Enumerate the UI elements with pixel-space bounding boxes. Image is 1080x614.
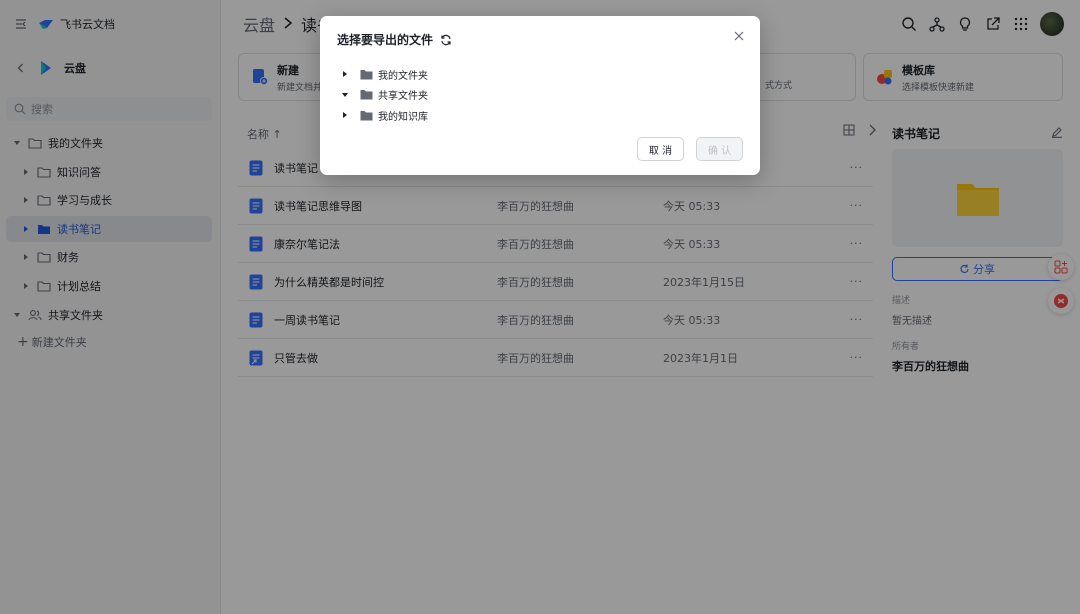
tree-item-shared-folders[interactable]: 共享文件夹 — [340, 85, 428, 106]
folder-icon — [360, 90, 373, 100]
refresh-icon[interactable] — [440, 34, 452, 46]
confirm-button[interactable]: 确 认 — [696, 137, 743, 161]
folder-icon — [360, 110, 373, 121]
caret-down-icon[interactable] — [340, 92, 350, 98]
cancel-button[interactable]: 取 消 — [637, 137, 684, 161]
tree-item-label: 我的知识库 — [378, 111, 428, 123]
tree-item-my-wiki[interactable]: 我的知识库 — [340, 105, 428, 126]
tree-item-label: 共享文件夹 — [378, 91, 428, 103]
caret-right-icon[interactable] — [340, 70, 350, 78]
export-tree: 我的文件夹 共享文件夹 我的知识库 — [340, 64, 428, 126]
folder-icon — [360, 69, 373, 80]
close-icon[interactable] — [732, 29, 746, 43]
dialog-title: 选择要导出的文件 — [337, 31, 452, 48]
dialog-title-text: 选择要导出的文件 — [337, 33, 434, 47]
export-dialog: 选择要导出的文件 我的文件夹 共享文件夹 我的知识库 取 消 确 认 — [320, 16, 760, 175]
tree-item-label: 我的文件夹 — [378, 70, 428, 82]
tree-item-my-folders[interactable]: 我的文件夹 — [340, 64, 428, 85]
caret-right-icon[interactable] — [340, 111, 350, 119]
